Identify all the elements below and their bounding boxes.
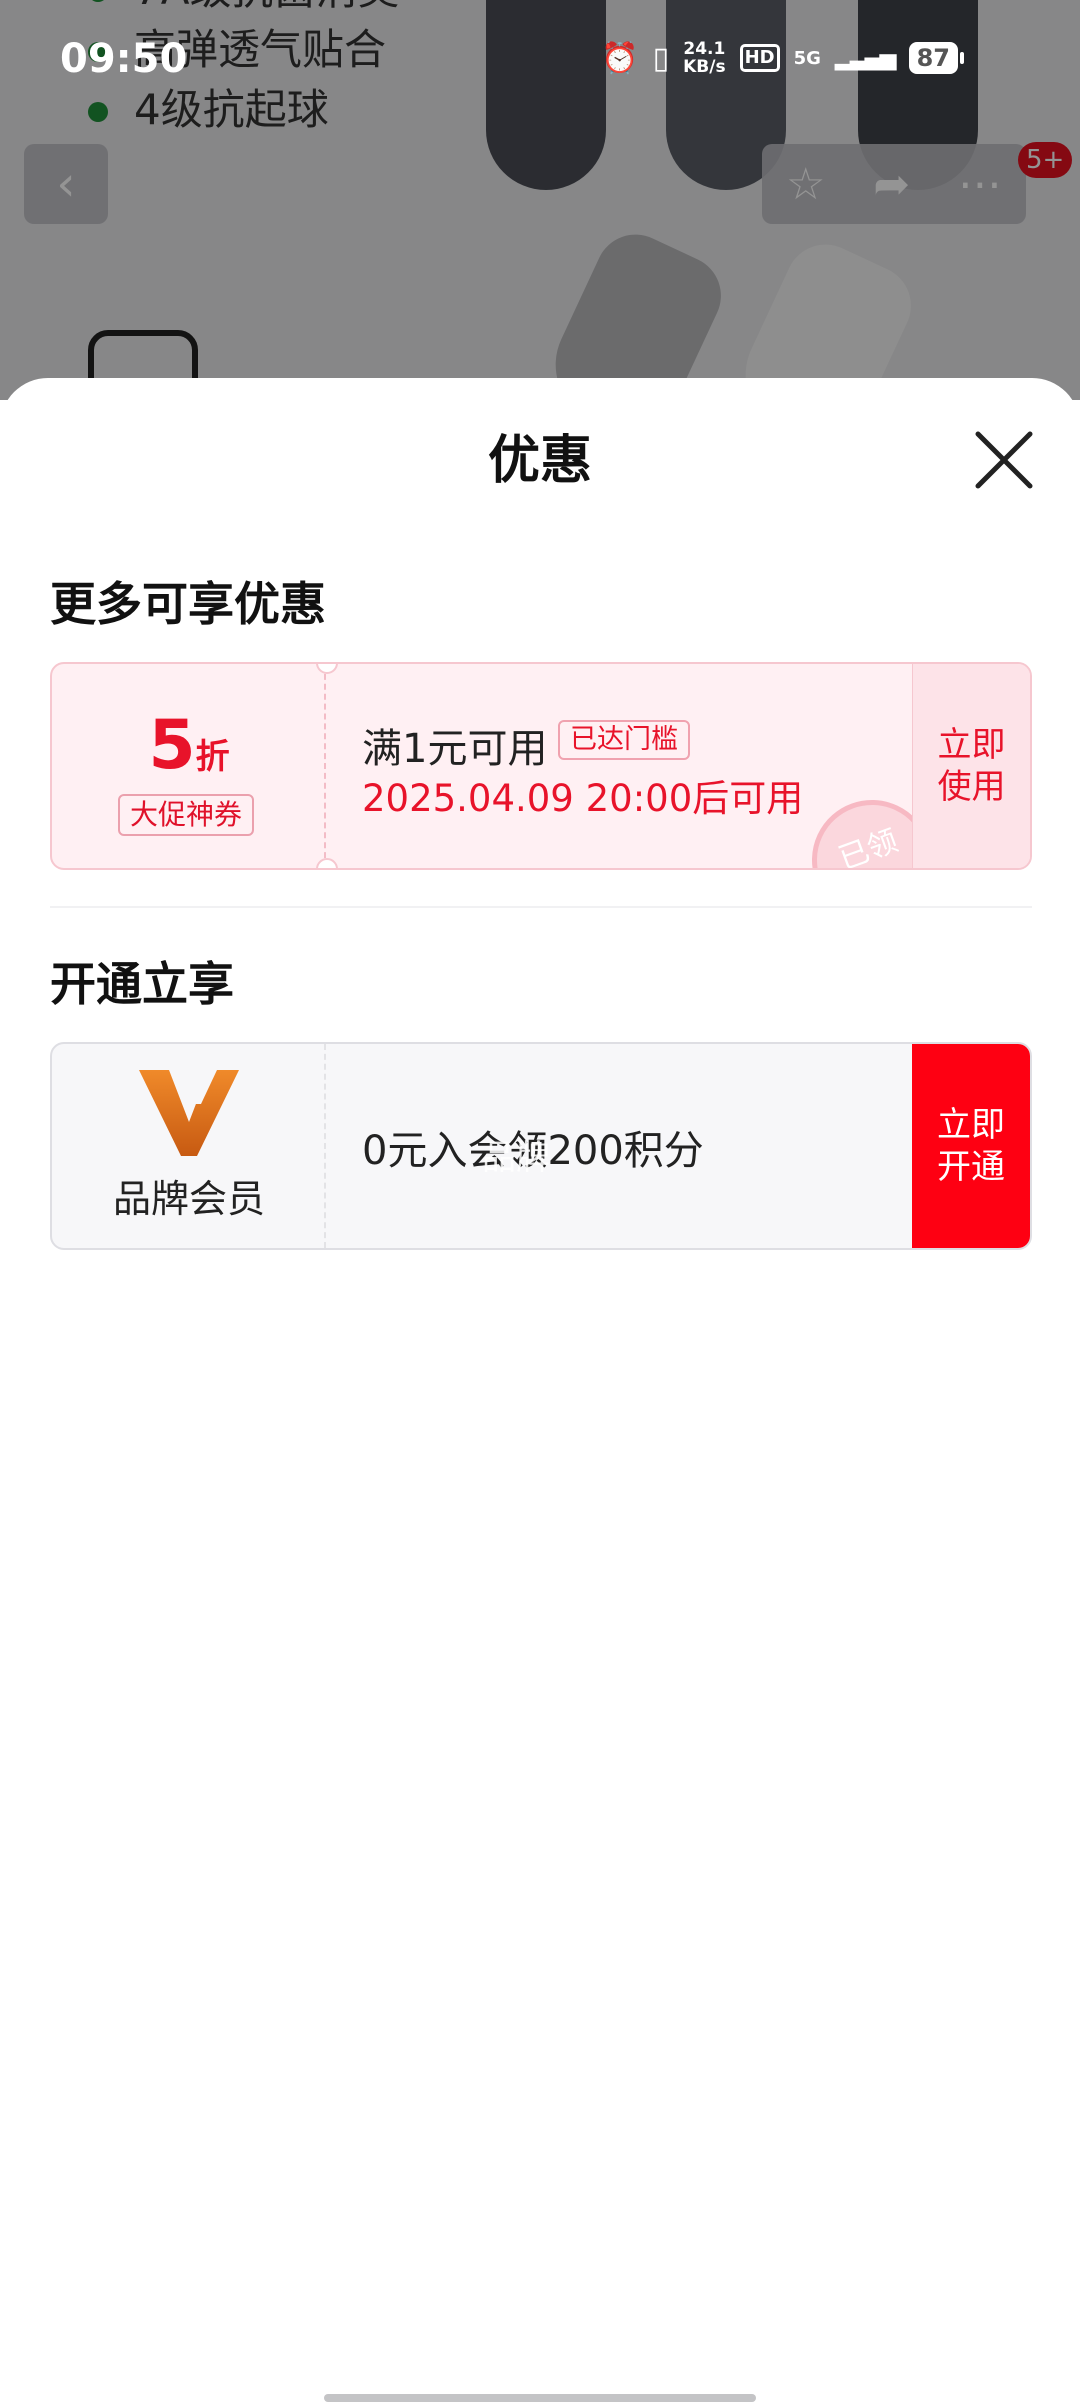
coupon-notch <box>316 858 338 868</box>
coupon-card[interactable]: 5折 大促神券 满1元可用 已达门槛 2025.04.09 20:00后可用 已… <box>50 662 1032 870</box>
threshold-tag: 已达门槛 <box>558 720 690 760</box>
membership-label: 品牌会员 <box>112 1177 265 1221</box>
use-now-label: 立即 使用 <box>937 725 1006 807</box>
membership-card[interactable]: 品牌会员 0元入会领200积分 品牌 立即 开通 <box>50 1042 1032 1250</box>
use-now-button[interactable]: 立即 使用 <box>912 664 1030 868</box>
close-icon[interactable] <box>972 428 1036 492</box>
discount-value: 5 <box>148 706 196 785</box>
signal-bars-icon: ▂▃▄▅ <box>834 45 897 71</box>
coupon-tag: 大促神券 <box>118 794 255 836</box>
brand-logo-icon <box>139 1070 239 1156</box>
membership-watermark: 品牌 <box>482 1138 550 1178</box>
sheet-title: 优惠 <box>487 431 592 491</box>
alarm-icon: ⏰ <box>601 40 639 76</box>
coupon-value-area: 5折 大促神券 <box>52 664 326 868</box>
vibrate-icon: ▯ <box>652 40 670 76</box>
status-icons: ⏰ ▯ 24.1 KB/s HD 5G ▂▃▄▅ 87 <box>601 40 965 76</box>
open-membership-button[interactable]: 立即 开通 <box>912 1044 1030 1248</box>
home-indicator[interactable] <box>324 2394 756 2402</box>
network-speed: 24.1 KB/s <box>683 40 725 76</box>
open-membership-label: 立即 开通 <box>937 1105 1005 1187</box>
discount-sheet: 优惠 更多可享优惠 5折 大促神券 满1元可用 已达门槛 2025.04.09 … <box>0 378 1080 2408</box>
membership-brand-area: 品牌会员 <box>52 1044 326 1248</box>
section-title-more-offers: 更多可享优惠 <box>50 577 326 631</box>
status-bar: 09:50 ⏰ ▯ 24.1 KB/s HD 5G ▂▃▄▅ 87 <box>0 30 1080 94</box>
network-speed-unit: KB/s <box>683 57 726 77</box>
coupon-valid-time: 2025.04.09 20:00后可用 <box>362 777 804 820</box>
coupon-discount: 5折 <box>52 706 326 785</box>
signal-5g-icon: 5G <box>793 47 821 69</box>
coupon-condition: 满1元可用 <box>362 726 548 772</box>
network-speed-value: 24.1 <box>683 39 726 59</box>
discount-unit: 折 <box>195 737 230 777</box>
section-title-open-benefits: 开通立享 <box>50 957 234 1011</box>
status-time: 09:50 <box>60 36 188 82</box>
hd-icon: HD <box>739 44 780 72</box>
section-divider <box>50 906 1032 908</box>
battery-icon: 87 <box>908 42 965 74</box>
